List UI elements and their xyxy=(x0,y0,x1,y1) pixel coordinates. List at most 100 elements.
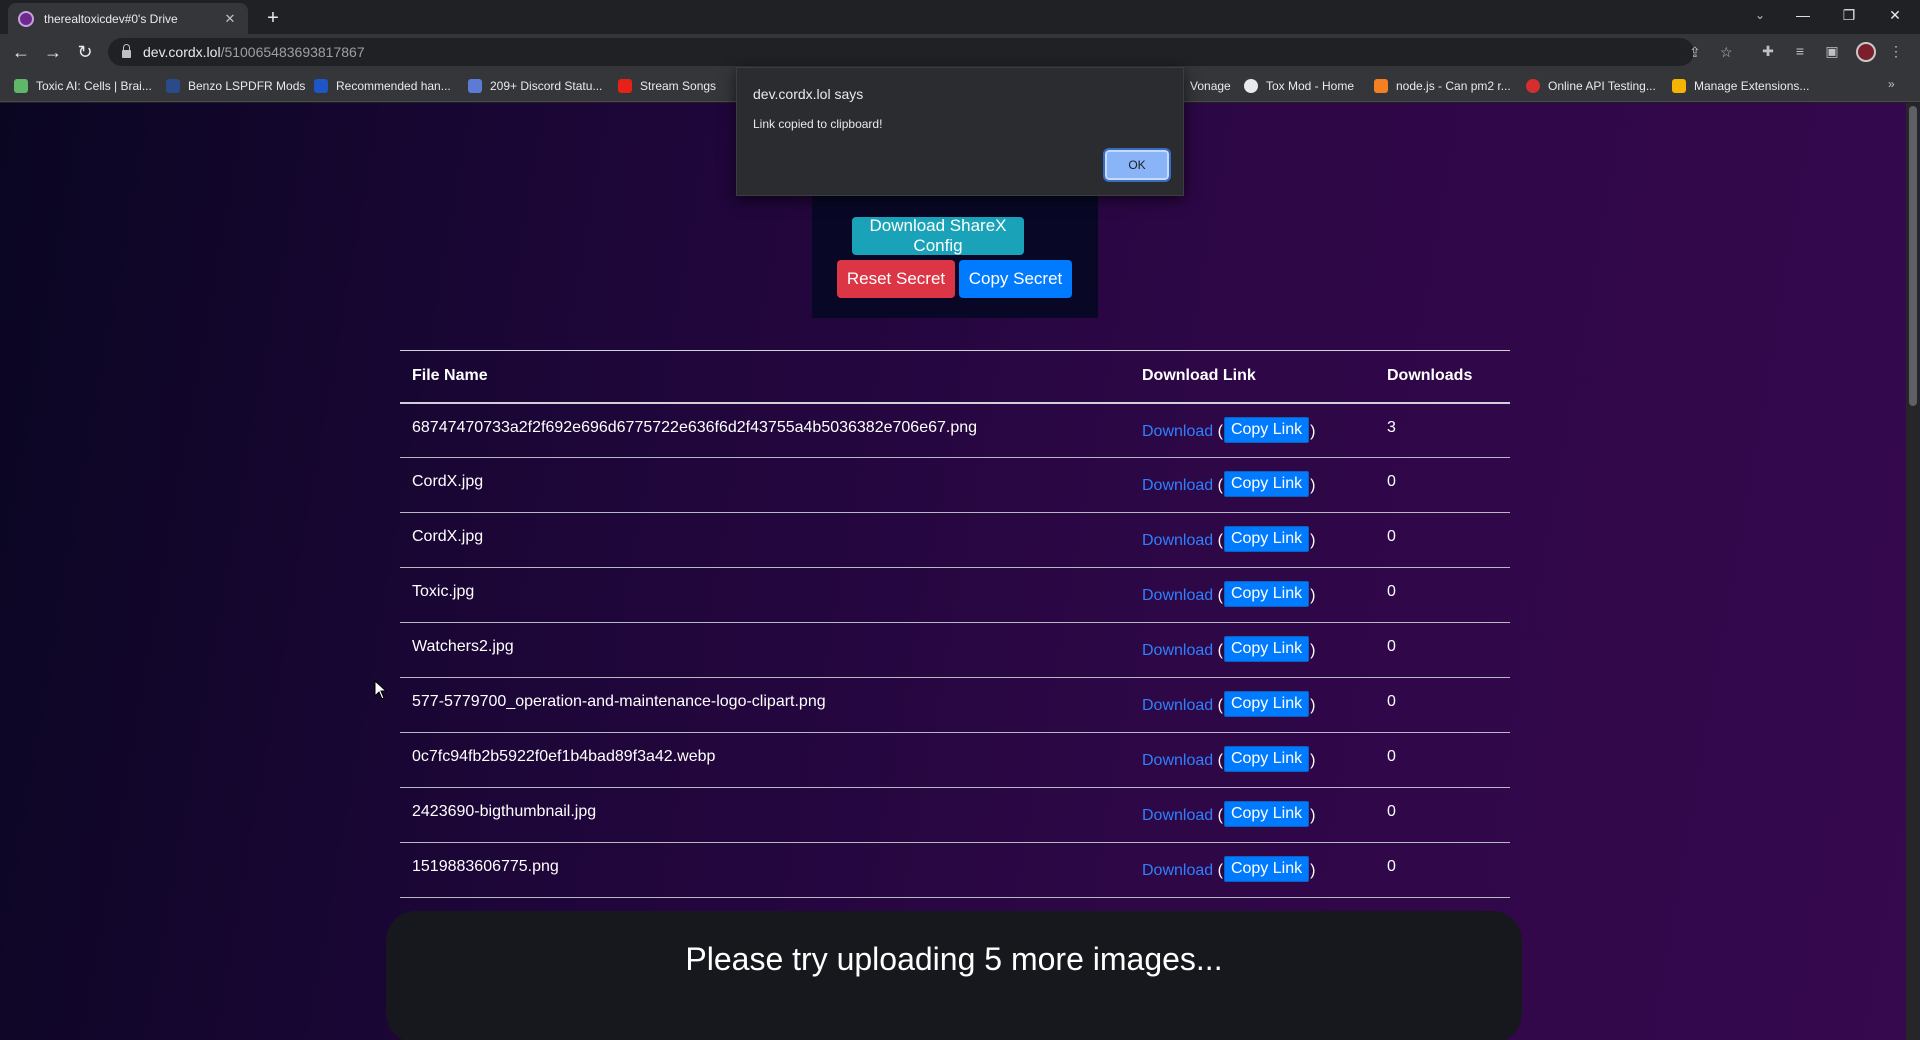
copy-link-button[interactable]: Copy Link xyxy=(1223,416,1310,443)
files-table-body: 68747470733a2f2f692e696d6775722e636f6d2f… xyxy=(400,402,1510,898)
back-icon[interactable]: ← xyxy=(8,39,34,65)
bookmark-label: Manage Extensions... xyxy=(1694,79,1810,93)
download-link[interactable]: Download xyxy=(1142,532,1213,549)
bookmark-label: Toxic AI: Cells | Brai... xyxy=(36,79,152,93)
close-paren: ) xyxy=(1310,587,1316,604)
download-link-cell: Download (Copy Link) xyxy=(1130,787,1375,843)
tab-close-icon[interactable]: ✕ xyxy=(222,11,238,27)
bookmark-favicon-icon xyxy=(468,79,482,93)
download-link[interactable]: Download xyxy=(1142,807,1213,824)
bookmark-item[interactable]: Recommended han... xyxy=(314,77,451,95)
bookmark-favicon-icon xyxy=(1526,79,1540,93)
download-link[interactable]: Download xyxy=(1142,862,1213,879)
scrollbar-thumb[interactable] xyxy=(1909,106,1917,406)
download-link-cell: Download (Copy Link) xyxy=(1130,402,1375,458)
side-panel-icon[interactable]: ▣ xyxy=(1822,43,1842,61)
bookmarks-overflow-icon[interactable]: » xyxy=(1888,77,1895,91)
browser-tab[interactable]: therealtoxicdev#0's Drive ✕ xyxy=(8,3,248,34)
file-name-cell: CordX.jpg xyxy=(400,512,1130,568)
bookmark-item[interactable]: Toxic AI: Cells | Brai... xyxy=(14,77,152,95)
downloads-count-cell: 0 xyxy=(1375,457,1510,513)
download-link[interactable]: Download xyxy=(1142,423,1213,440)
bookmark-item[interactable]: Stream Songs xyxy=(618,77,716,95)
bookmark-label: Recommended han... xyxy=(336,79,451,93)
table-row: CordX.jpg Download (Copy Link) 0 xyxy=(400,512,1510,568)
bookmark-star-icon[interactable]: ☆ xyxy=(1720,44,1733,61)
bookmark-item[interactable]: Manage Extensions... xyxy=(1672,77,1809,95)
file-name-cell: 1519883606775.png xyxy=(400,842,1130,898)
file-name-cell: CordX.jpg xyxy=(400,457,1130,513)
downloads-count-cell: 0 xyxy=(1375,677,1510,733)
table-row: CordX.jpg Download (Copy Link) 0 xyxy=(400,457,1510,513)
close-paren: ) xyxy=(1310,477,1316,494)
files-table: File Name Download Link Downloads 687474… xyxy=(400,350,1510,898)
menu-kebab-icon[interactable]: ⋮ xyxy=(1886,43,1906,61)
download-link[interactable]: Download xyxy=(1142,697,1213,714)
copy-link-button[interactable]: Copy Link xyxy=(1223,691,1310,717)
lock-icon xyxy=(122,44,131,58)
copy-link-button[interactable]: Copy Link xyxy=(1223,526,1310,552)
copy-link-button[interactable]: Copy Link xyxy=(1223,581,1310,607)
share-icon[interactable]: ⇪ xyxy=(1689,44,1701,61)
open-paren: ( xyxy=(1217,422,1223,440)
tab-search-icon[interactable]: ⌄ xyxy=(1742,0,1778,30)
restore-button[interactable]: ❐ xyxy=(1826,0,1872,30)
profile-avatar[interactable] xyxy=(1856,42,1876,62)
close-paren: ) xyxy=(1310,532,1316,549)
dialog-ok-button[interactable]: OK xyxy=(1103,148,1171,182)
download-link-cell: Download (Copy Link) xyxy=(1130,732,1375,788)
copy-link-button[interactable]: Copy Link xyxy=(1223,746,1310,772)
bookmark-item[interactable]: Benzo LSPDFR Mods xyxy=(166,77,305,95)
download-link[interactable]: Download xyxy=(1142,587,1213,604)
downloads-count-cell: 3 xyxy=(1375,402,1510,458)
forward-icon[interactable]: → xyxy=(40,39,66,65)
browser-toolbar: ← → ↻ dev.cordx.lol /510065483693817867 … xyxy=(0,34,1920,70)
new-tab-button[interactable]: + xyxy=(260,5,286,31)
download-link-cell: Download (Copy Link) xyxy=(1130,842,1375,898)
file-name-cell: Watchers2.jpg xyxy=(400,622,1130,678)
bookmark-item[interactable]: Tox Mod - Home xyxy=(1244,77,1354,95)
download-link[interactable]: Download xyxy=(1142,642,1213,659)
copy-link-button[interactable]: Copy Link xyxy=(1223,471,1310,497)
close-paren: ) xyxy=(1310,697,1316,714)
open-paren: ( xyxy=(1217,477,1223,494)
close-paren: ) xyxy=(1310,807,1316,824)
downloads-count-cell: 0 xyxy=(1375,787,1510,843)
url-path: /510065483693817867 xyxy=(220,44,365,60)
copy-secret-button[interactable]: Copy Secret xyxy=(959,260,1072,298)
table-row: Watchers2.jpg Download (Copy Link) 0 xyxy=(400,622,1510,678)
file-name-cell: 0c7fc94fb2b5922f0ef1b4bad89f3a42.webp xyxy=(400,732,1130,788)
bookmark-label: Tox Mod - Home xyxy=(1266,79,1355,93)
table-row: Toxic.jpg Download (Copy Link) 0 xyxy=(400,567,1510,623)
download-link-cell: Download (Copy Link) xyxy=(1130,622,1375,678)
download-sharex-config-button[interactable]: Download ShareX Config xyxy=(852,216,1024,255)
stackoverflow-icon xyxy=(1374,79,1388,93)
site-favicon-icon xyxy=(18,10,34,27)
reset-secret-button[interactable]: Reset Secret xyxy=(837,260,955,298)
reload-icon[interactable]: ↻ xyxy=(72,39,98,65)
downloads-count-cell: 0 xyxy=(1375,567,1510,623)
table-row: 2423690-bigthumbnail.jpg Download (Copy L… xyxy=(400,787,1510,843)
download-link[interactable]: Download xyxy=(1142,477,1213,494)
bookmark-label: 209+ Discord Statu... xyxy=(490,79,603,93)
download-link-cell: Download (Copy Link) xyxy=(1130,567,1375,623)
url-host: dev.cordx.lol xyxy=(143,44,221,60)
download-link-cell: Download (Copy Link) xyxy=(1130,512,1375,568)
copy-link-button[interactable]: Copy Link xyxy=(1223,856,1310,882)
bookmark-favicon-icon xyxy=(14,79,28,93)
bookmark-item[interactable]: node.js - Can pm2 r... xyxy=(1374,77,1511,95)
download-link[interactable]: Download xyxy=(1142,752,1213,769)
bookmark-item[interactable]: 209+ Discord Statu... xyxy=(468,77,602,95)
copy-link-button[interactable]: Copy Link xyxy=(1223,636,1310,662)
open-paren: ( xyxy=(1217,807,1223,824)
window-close-button[interactable]: ✕ xyxy=(1872,0,1918,30)
downloads-count-cell: 0 xyxy=(1375,732,1510,788)
bookmark-item[interactable]: Online API Testing... xyxy=(1526,77,1656,95)
address-bar[interactable]: dev.cordx.lol /510065483693817867 ⇪ ☆ xyxy=(108,38,1733,66)
media-queue-icon[interactable]: ≡ xyxy=(1790,43,1810,61)
extensions-icon[interactable]: ✚ xyxy=(1758,43,1778,61)
bookmark-label: Benzo LSPDFR Mods xyxy=(188,79,306,93)
column-header-file-name: File Name xyxy=(400,350,1130,404)
minimize-button[interactable]: — xyxy=(1780,0,1826,30)
copy-link-button[interactable]: Copy Link xyxy=(1223,801,1310,827)
